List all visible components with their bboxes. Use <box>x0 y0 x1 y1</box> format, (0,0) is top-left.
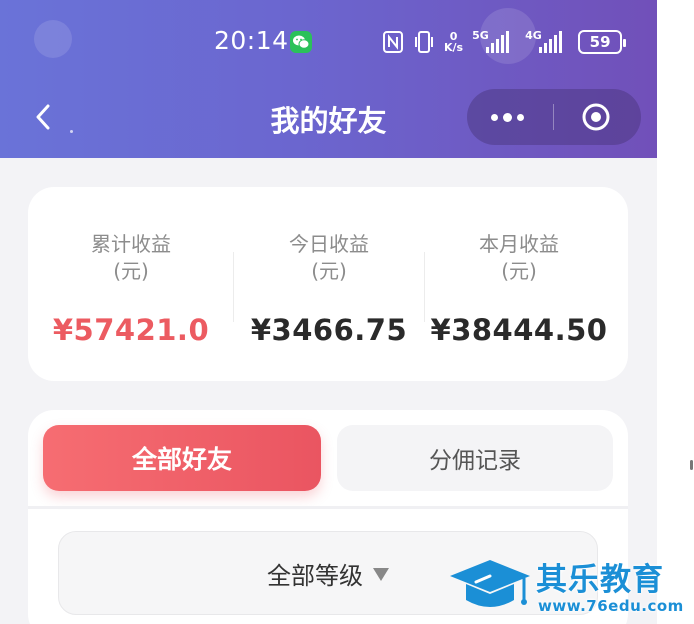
earnings-value: ¥57421.0 <box>52 313 210 347</box>
edge-mark <box>690 460 693 470</box>
status-icons: 0 K/s 5G 4G 59 <box>382 28 627 56</box>
capsule-divider <box>553 104 554 130</box>
phone-screen: 20:14 0 K/s 5G 4G 59 我的好友 累计收益 (元) ¥5742… <box>0 0 657 624</box>
earnings-card: 累计收益 (元) ¥57421.0 今日收益 (元) ¥3466.75 本月收益… <box>28 187 628 381</box>
mini-program-capsule <box>467 89 641 145</box>
signal-5g-icon: 5G <box>472 29 516 55</box>
network-speed: 0 K/s <box>444 31 463 53</box>
caret-down-icon <box>373 567 389 581</box>
more-options-button[interactable] <box>491 103 531 131</box>
earnings-value: ¥3466.75 <box>250 313 408 347</box>
more-dot-icon <box>503 112 512 122</box>
vibrate-icon <box>415 31 433 53</box>
network-speed-unit: K/s <box>444 41 464 54</box>
battery-icon: 59 <box>578 30 627 54</box>
earnings-label-line1: 今日收益 <box>289 232 369 256</box>
earnings-total: 累计收益 (元) ¥57421.0 <box>28 187 234 381</box>
graduation-cap-logo-icon <box>450 560 530 607</box>
level-filter-label: 全部等级 <box>267 561 363 590</box>
earnings-label-line2: (元) <box>113 259 149 283</box>
earnings-label-line2: (元) <box>501 259 537 283</box>
signal-4g-icon: 4G <box>525 29 569 55</box>
earnings-label-line1: 累计收益 <box>91 232 171 256</box>
earnings-today: 今日收益 (元) ¥3466.75 <box>234 187 424 381</box>
divider <box>28 506 628 509</box>
earnings-label-line2: (元) <box>311 259 347 283</box>
background-strip <box>657 0 694 624</box>
earnings-label: 累计收益 (元) <box>28 231 234 285</box>
watermark-name: 其乐教育 <box>536 562 664 598</box>
earnings-label-line1: 本月收益 <box>479 232 559 256</box>
earnings-month: 本月收益 (元) ¥38444.50 <box>424 187 614 381</box>
watermark-url: www.76edu.com <box>538 597 684 615</box>
header: 20:14 0 K/s 5G 4G 59 我的好友 <box>0 0 657 158</box>
wechat-icon <box>290 31 312 53</box>
watermark: 其乐教育 www.76edu.com <box>446 554 694 624</box>
tab-all-friends[interactable]: 全部好友 <box>43 425 321 491</box>
earnings-label: 本月收益 (元) <box>424 231 614 285</box>
earnings-label: 今日收益 (元) <box>234 231 424 285</box>
nfc-icon <box>383 31 403 53</box>
header-decoration <box>34 20 72 58</box>
status-time: 20:14 <box>214 26 289 55</box>
close-target-icon[interactable] <box>580 101 612 133</box>
more-dot-icon <box>517 113 524 121</box>
earnings-value: ¥38444.50 <box>430 313 608 347</box>
more-dot-icon <box>491 113 498 121</box>
tab-commission-records[interactable]: 分佣记录 <box>337 425 613 491</box>
